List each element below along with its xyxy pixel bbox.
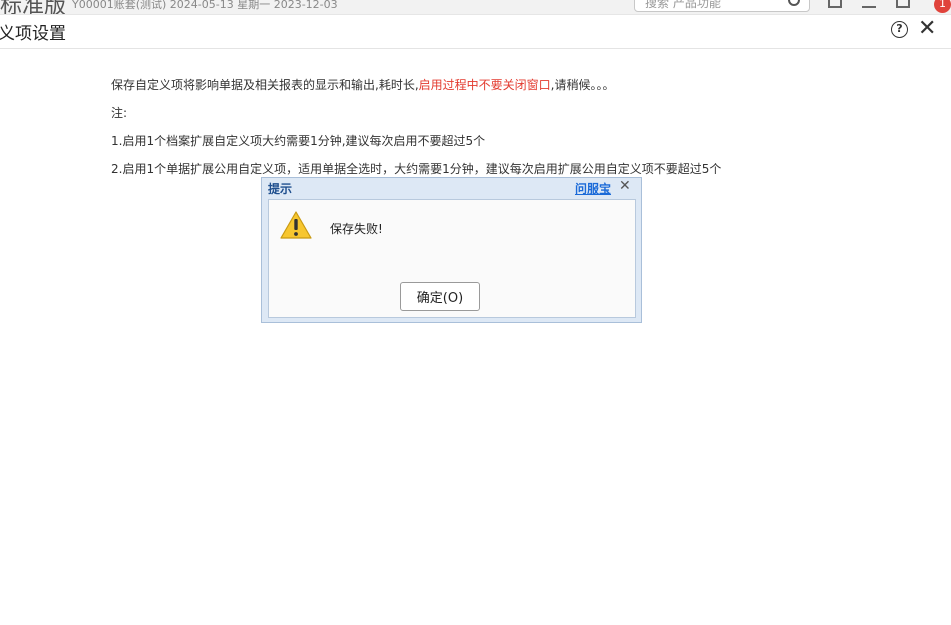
help-service-link[interactable]: 问服宝 <box>575 180 611 197</box>
dialog-body: 保存失败! 确定(O) <box>268 199 636 318</box>
window-icon[interactable] <box>896 0 910 8</box>
app-subtitle: Y00001账套(测试) 2024-05-13 星期一 2023-12-03 <box>72 0 338 11</box>
intro-text: 保存自定义项将影响单据及相关报表的显示和输出,耗时长, <box>111 78 419 92</box>
page-title: 义项设置 <box>0 24 66 44</box>
dialog-message: 保存失败! <box>330 222 383 236</box>
note-line-1: 1.启用1个档案扩展自定义项大约需要1分钟,建议每次启用不要超过5个 <box>111 134 486 148</box>
dialog-title: 提示 <box>268 182 293 196</box>
bookmark-icon[interactable] <box>828 0 842 8</box>
close-icon[interactable]: ✕ <box>918 18 936 40</box>
intro-warning-text: 启用过程中不要关闭窗口 <box>418 78 551 92</box>
intro-line: 保存自定义项将影响单据及相关报表的显示和输出,耗时长,启用过程中不要关闭窗口,请… <box>111 76 721 104</box>
notification-badge[interactable]: 1 <box>934 0 951 13</box>
page-header: 义项设置 ? ✕ <box>0 15 951 49</box>
info-content: 保存自定义项将影响单据及相关报表的显示和输出,耗时长,启用过程中不要关闭窗口,请… <box>111 76 721 188</box>
app-title: 标准版 <box>0 0 67 15</box>
help-icon[interactable]: ? <box>891 21 908 38</box>
menu-icon[interactable] <box>862 0 876 8</box>
warning-icon <box>280 211 312 239</box>
intro-tail-text: ,请稍候。。。 <box>550 78 615 92</box>
dialog-header[interactable]: 提示 问服宝 ✕ <box>262 178 641 198</box>
search-input[interactable]: 搜索 产品功能 <box>634 0 810 12</box>
alert-dialog: 提示 问服宝 ✕ 保存失败! 确定(O) <box>261 177 642 323</box>
note-label: 注: <box>111 106 128 120</box>
app-top-bar: 标准版 Y00001账套(测试) 2024-05-13 星期一 2023-12-… <box>0 0 951 15</box>
ok-button[interactable]: 确定(O) <box>400 282 480 311</box>
dialog-close-icon[interactable]: ✕ <box>619 177 631 195</box>
